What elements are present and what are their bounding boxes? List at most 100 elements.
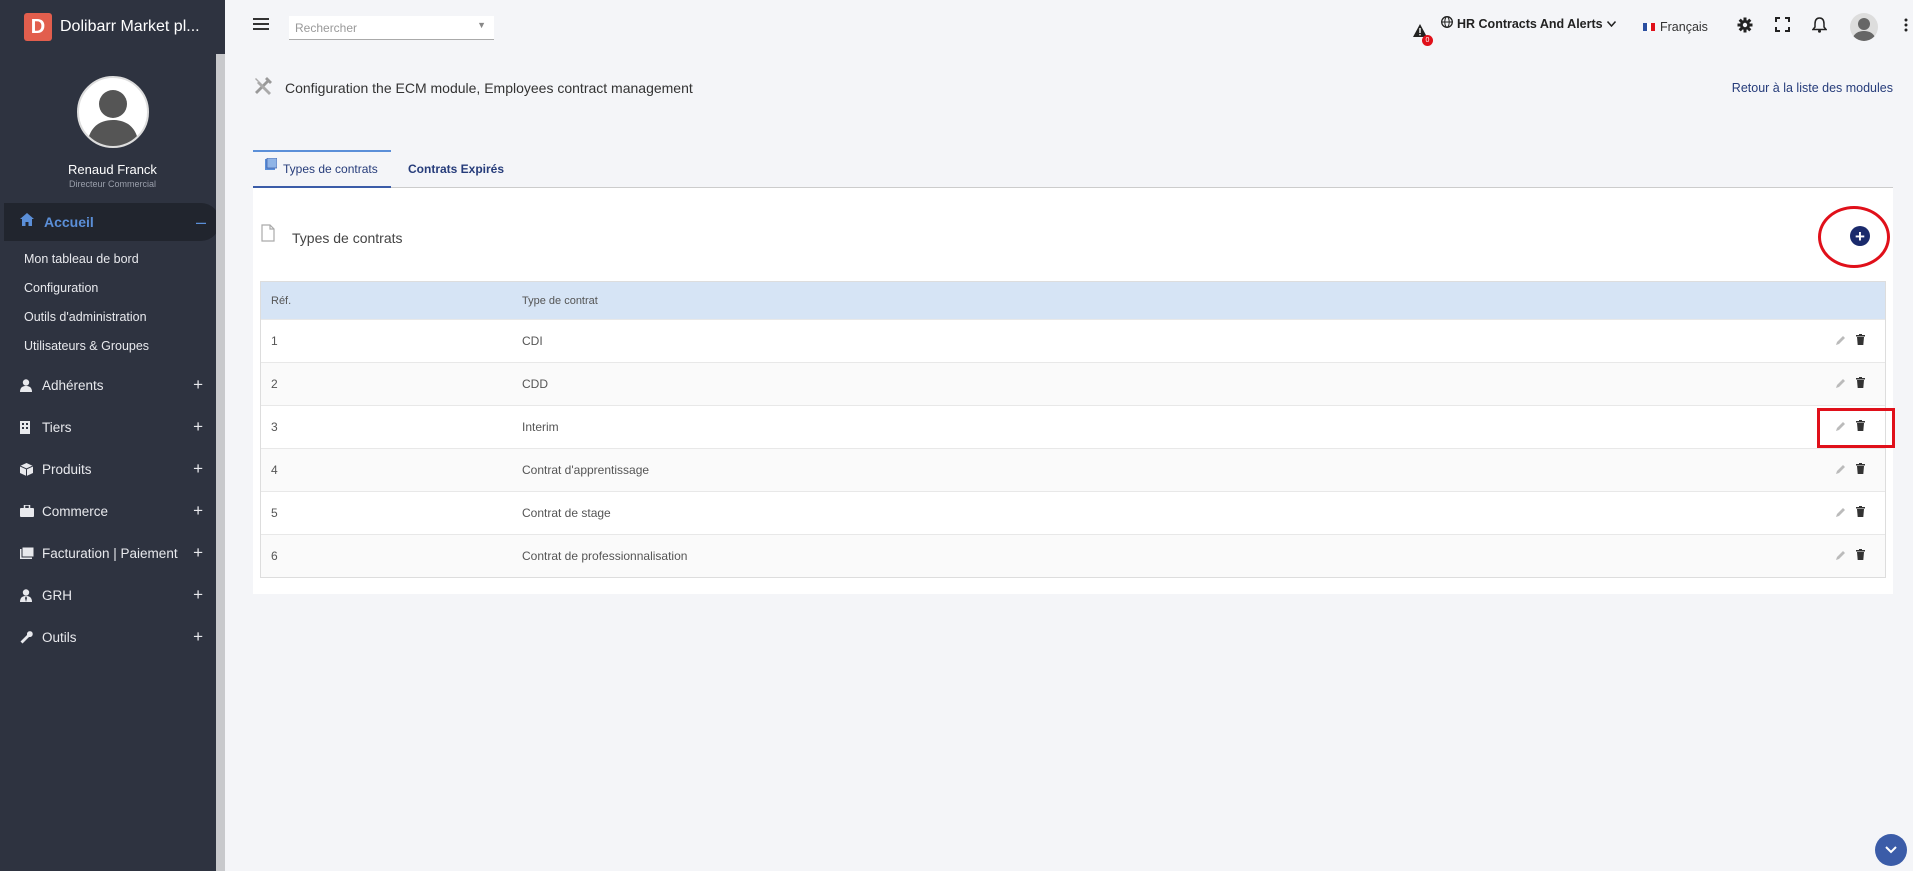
back-to-modules-link[interactable]: Retour à la liste des modules bbox=[1732, 81, 1893, 95]
trash-icon[interactable] bbox=[1856, 549, 1865, 563]
user-avatar-button[interactable] bbox=[1850, 0, 1878, 54]
expand-icon[interactable]: + bbox=[193, 501, 203, 521]
menu-item-outils[interactable]: Outils + bbox=[0, 616, 225, 658]
cell-ref: 4 bbox=[271, 463, 278, 477]
expand-icon[interactable]: + bbox=[193, 627, 203, 647]
app-logo: D bbox=[24, 13, 52, 41]
edit-icon[interactable] bbox=[1836, 334, 1846, 348]
menu-item-label: Adhérents bbox=[42, 377, 104, 393]
menu-item-grh[interactable]: GRH + bbox=[0, 574, 225, 616]
cell-type: CDI bbox=[522, 334, 543, 348]
chevron-down-icon bbox=[1885, 841, 1897, 859]
alert-count-badge: 0 bbox=[1422, 34, 1433, 46]
more-options-button[interactable] bbox=[1904, 0, 1908, 54]
edit-icon[interactable] bbox=[1836, 463, 1846, 477]
search-placeholder: Rechercher bbox=[295, 21, 358, 35]
brand[interactable]: D Dolibarr Market pl... bbox=[0, 0, 225, 54]
card-title: Types de contrats bbox=[292, 230, 403, 246]
tab-bar: Types de contrats Contrats Expirés bbox=[253, 150, 1893, 188]
table-row: 5 Contrat de stage bbox=[261, 491, 1885, 534]
avatar[interactable] bbox=[76, 76, 149, 148]
bill-icon bbox=[20, 547, 42, 559]
cube-icon bbox=[20, 462, 42, 476]
edit-icon[interactable] bbox=[1836, 377, 1846, 391]
submenu-users-groups[interactable]: Utilisateurs & Groupes bbox=[0, 332, 225, 361]
cell-ref: 2 bbox=[271, 377, 278, 391]
building-icon bbox=[20, 420, 42, 434]
submenu-admin-tools[interactable]: Outils d'administration bbox=[0, 303, 225, 332]
chevron-down-icon[interactable]: ▼ bbox=[477, 20, 486, 30]
trash-icon[interactable] bbox=[1856, 334, 1865, 348]
cell-ref: 6 bbox=[271, 549, 278, 563]
app-name: Dolibarr Market pl... bbox=[60, 18, 200, 35]
tab-types-de-contrats[interactable]: Types de contrats bbox=[253, 150, 391, 188]
expand-icon[interactable]: + bbox=[193, 417, 203, 437]
expand-icon[interactable]: + bbox=[193, 543, 203, 563]
menu-item-produits[interactable]: Produits + bbox=[0, 448, 225, 490]
column-header-ref[interactable]: Réf. bbox=[261, 295, 522, 307]
sidebar-scrollbar[interactable] bbox=[216, 54, 225, 871]
menu-item-accueil[interactable]: Accueil – bbox=[4, 203, 220, 241]
flag-fr-icon bbox=[1643, 23, 1655, 31]
file-icon bbox=[261, 224, 275, 247]
avatar-icon bbox=[1850, 13, 1878, 41]
profile: Renaud Franck Directeur Commercial bbox=[0, 54, 225, 189]
expand-icon[interactable]: + bbox=[193, 375, 203, 395]
profile-role: Directeur Commercial bbox=[68, 179, 157, 189]
tools-icon bbox=[253, 76, 273, 101]
menu-item-label: Outils bbox=[42, 629, 77, 645]
topbar: Rechercher ▼ 0 HR Contracts And Alerts F… bbox=[225, 0, 1913, 54]
home-icon bbox=[20, 213, 34, 231]
user-tie-icon bbox=[20, 588, 42, 602]
table-header: Réf. Type de contrat bbox=[261, 282, 1885, 319]
menu-item-commerce[interactable]: Commerce + bbox=[0, 490, 225, 532]
column-header-type[interactable]: Type de contrat bbox=[522, 295, 1885, 307]
notifications-button[interactable] bbox=[1811, 0, 1828, 54]
module-selector[interactable]: HR Contracts And Alerts bbox=[1441, 0, 1616, 51]
highlight-box bbox=[1817, 408, 1895, 448]
fullscreen-button[interactable] bbox=[1775, 0, 1790, 54]
wrench-icon bbox=[20, 630, 42, 644]
cell-type: Contrat d'apprentissage bbox=[522, 463, 650, 477]
submenu-configuration[interactable]: Configuration bbox=[0, 274, 225, 303]
tab-label: Contrats Expirés bbox=[408, 162, 505, 176]
menu-item-facturation[interactable]: Facturation | Paiement + bbox=[0, 532, 225, 574]
cell-ref: 3 bbox=[271, 420, 278, 434]
language-selector[interactable]: Français bbox=[1643, 0, 1708, 54]
scroll-down-button[interactable] bbox=[1875, 834, 1907, 866]
trash-icon[interactable] bbox=[1856, 377, 1865, 391]
expand-icon[interactable]: + bbox=[193, 585, 203, 605]
search-input[interactable]: Rechercher ▼ bbox=[289, 16, 494, 40]
kebab-icon bbox=[1904, 18, 1908, 37]
user-icon bbox=[20, 378, 42, 392]
cell-type: Interim bbox=[522, 420, 559, 434]
alerts-button[interactable]: 0 bbox=[1413, 0, 1438, 54]
submenu-dashboard[interactable]: Mon tableau de bord bbox=[0, 245, 225, 274]
settings-button[interactable] bbox=[1737, 0, 1753, 54]
globe-icon bbox=[1441, 15, 1453, 33]
menu-item-adherents[interactable]: Adhérents + bbox=[0, 364, 225, 406]
highlight-circle bbox=[1818, 206, 1890, 268]
menu-item-label: Facturation | Paiement bbox=[42, 545, 178, 561]
expand-icon[interactable]: + bbox=[193, 459, 203, 479]
expand-icon bbox=[1775, 17, 1790, 37]
tab-contrats-expires[interactable]: Contrats Expirés bbox=[408, 150, 504, 188]
trash-icon[interactable] bbox=[1856, 463, 1865, 477]
collapse-icon[interactable]: – bbox=[196, 212, 206, 233]
edit-icon[interactable] bbox=[1836, 549, 1846, 563]
table-row: 4 Contrat d'apprentissage bbox=[261, 448, 1885, 491]
sidebar: D Dolibarr Market pl... Renaud Franck Di… bbox=[0, 0, 225, 871]
cell-type: Contrat de stage bbox=[522, 506, 611, 520]
chevron-down-icon bbox=[1606, 19, 1616, 30]
edit-icon[interactable] bbox=[1836, 506, 1846, 520]
trash-icon[interactable] bbox=[1856, 506, 1865, 520]
tab-label: Types de contrats bbox=[283, 162, 378, 176]
menu-item-label: Commerce bbox=[42, 503, 109, 519]
briefcase-icon bbox=[20, 505, 42, 517]
table-row: 3 Interim bbox=[261, 405, 1885, 448]
menu-item-tiers[interactable]: Tiers + bbox=[0, 406, 225, 448]
profile-name[interactable]: Renaud Franck bbox=[0, 162, 225, 177]
gear-icon bbox=[1737, 17, 1753, 38]
menu-item-label: Accueil bbox=[44, 214, 94, 230]
menu-toggle-icon[interactable] bbox=[253, 18, 269, 32]
